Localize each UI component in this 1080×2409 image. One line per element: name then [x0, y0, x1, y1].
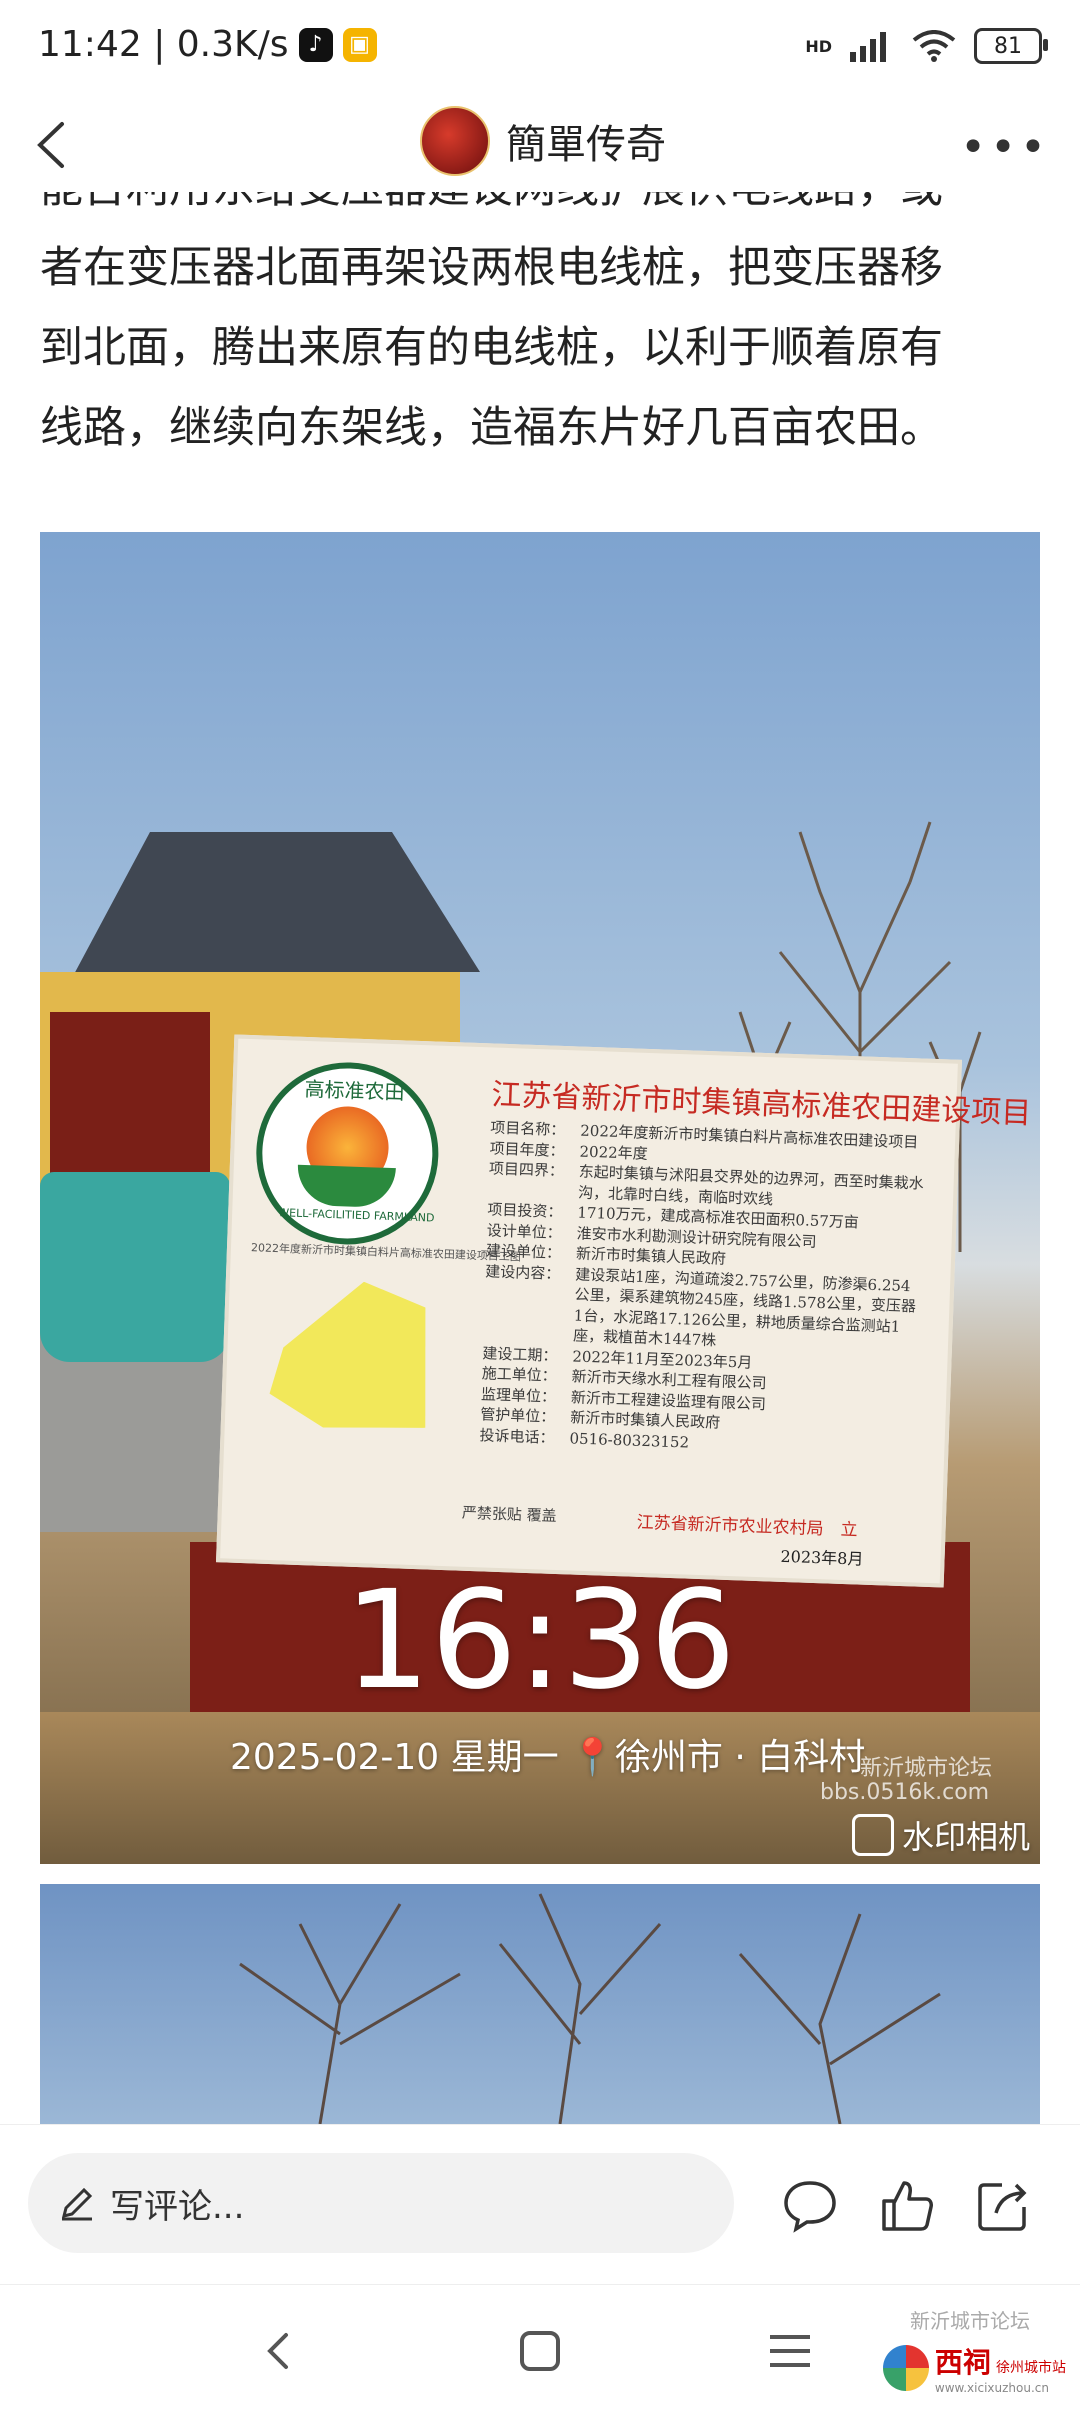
- project-sign-board: 高标准农田 WELL-FACILITIED FARMLAND 2022年度新沂市…: [216, 1034, 1032, 1588]
- sign-footer-org: 江苏省新沂市农业农村局 立: [636, 1512, 858, 1541]
- comment-icon[interactable]: [780, 2175, 840, 2235]
- info-key: 项目四界：: [488, 1159, 565, 1181]
- camera-icon: [851, 1814, 894, 1856]
- app-notification-icon: ▣: [342, 27, 377, 62]
- map-caption: 2022年度新沂市时集镇白料片高标准农田建设项目工图: [250, 1241, 522, 1264]
- watermark-brand-text: 西祠 徐州城市站 www.xicixuzhou.cn: [935, 2341, 1066, 2395]
- project-map: [262, 1277, 442, 1438]
- back-icon[interactable]: [18, 110, 88, 180]
- watermark-forum: 新沂城市论坛: [860, 1756, 993, 1781]
- status-time-speed: 11:42 | 0.3K/s: [38, 24, 289, 65]
- brand-logo-icon: [882, 2345, 929, 2391]
- comment-bar: 写评论...: [0, 2124, 1080, 2285]
- status-bar: 11:42 | 0.3K/s ♪ ▣ HD 81: [0, 0, 1080, 96]
- article-line: 到北面，腾出来原有的电线桩，以利于顺着原有: [40, 323, 943, 373]
- brand-name: 西祠: [934, 2346, 991, 2379]
- comment-placeholder: 写评论...: [110, 2186, 245, 2227]
- system-nav-bar: 新沂城市论坛 西祠 徐州城市站 www.xicixuzhou.cn: [0, 2284, 1080, 2409]
- status-right: HD 81: [805, 28, 1048, 64]
- sign-info-table: 项目名称： 2022年度新沂市时集镇白料片高标准农田建设项目 项目年度： 2022年…: [479, 1117, 930, 1460]
- like-icon[interactable]: [876, 2175, 936, 2235]
- tricycle: [40, 1172, 230, 1362]
- header-title-group[interactable]: 簡單传奇: [420, 106, 666, 176]
- brand-url: www.xicixuzhou.cn: [934, 2381, 1049, 2395]
- article-partial-line: 能否利用东给变压器建设网线扩展供电线路，或: [40, 192, 1040, 228]
- info-value: 建设泵站1座，沟道疏浚2.757公里，防渗渠6.254公里，渠系建筑物245座，…: [572, 1265, 917, 1350]
- battery-icon: 81: [974, 28, 1048, 64]
- wifi-icon: [912, 30, 956, 62]
- logo-top-text: 高标准农田: [304, 1076, 405, 1105]
- article-line: 线路，继续向东架线，造福东片好几百亩农田。: [40, 403, 943, 453]
- comment-input[interactable]: 写评论...: [28, 2153, 734, 2253]
- more-icon[interactable]: •••: [960, 122, 1050, 173]
- info-key: 投诉电话：: [479, 1425, 555, 1447]
- article-line: 者在变压器北面再架设两根电线桩，把变压器移: [40, 243, 943, 293]
- article-photo-2[interactable]: [40, 1884, 1040, 2124]
- status-left: 11:42 | 0.3K/s ♪ ▣: [38, 24, 377, 65]
- pencil-icon: [61, 2187, 93, 2221]
- tiktok-notification-icon: ♪: [298, 27, 333, 62]
- page-title: 簡單传奇: [506, 122, 666, 168]
- battery-level: 81: [994, 33, 1022, 59]
- watermark-camera-label: 水印相机: [901, 1818, 1030, 1856]
- network-label: HD: [805, 36, 832, 56]
- watermark-camera: 水印相机: [851, 1812, 1030, 1858]
- farmland-logo: 高标准农田 WELL-FACILITIED FARMLAND: [253, 1059, 442, 1248]
- watermark-date-location: 2025-02-10 星期一 📍徐州市 · 白科村: [230, 1737, 866, 1778]
- logo-bottom-text: WELL-FACILITIED FARMLAND: [278, 1206, 435, 1225]
- brand-sub: 徐州城市站: [996, 2360, 1066, 2376]
- avatar[interactable]: [420, 106, 490, 176]
- share-icon[interactable]: [972, 2175, 1032, 2235]
- watermark-brand: 西祠 徐州城市站 www.xicixuzhou.cn: [882, 2341, 1066, 2395]
- article-body: 能否利用东给变压器建设网线扩展供电线路，或 者在变压器北面再架设两根电线桩，把变…: [40, 192, 1040, 468]
- sign-footer-notice: 严禁张贴 覆盖: [461, 1503, 557, 1525]
- nav-home-icon[interactable]: [510, 2321, 570, 2381]
- info-row: 建设内容： 建设泵站1座，沟道疏浚2.757公里，防渗渠6.254公里，渠系建筑物…: [483, 1261, 926, 1358]
- house-roof: [75, 832, 480, 972]
- field-icon: [296, 1164, 396, 1209]
- nav-menu-icon[interactable]: [760, 2321, 820, 2381]
- article-partial-text: 能否利用东给变压器建设网线扩展供电线路，或: [40, 192, 943, 228]
- tree-branches: [239, 1893, 941, 2124]
- app-header: 簡單传奇 •••: [0, 96, 1080, 192]
- signal-icon: [850, 32, 886, 62]
- nav-back-icon[interactable]: [250, 2321, 310, 2381]
- watermark-time: 16:36: [344, 1562, 736, 1720]
- road: [40, 1332, 240, 1532]
- watermark-forum-bottom: 新沂城市论坛: [910, 2309, 1030, 2333]
- watermark-url: bbs.0516k.com: [820, 1780, 990, 1805]
- article-photo[interactable]: 高标准农田 WELL-FACILITIED FARMLAND 2022年度新沂市…: [40, 532, 1040, 1864]
- info-key: 建设内容：: [485, 1261, 561, 1283]
